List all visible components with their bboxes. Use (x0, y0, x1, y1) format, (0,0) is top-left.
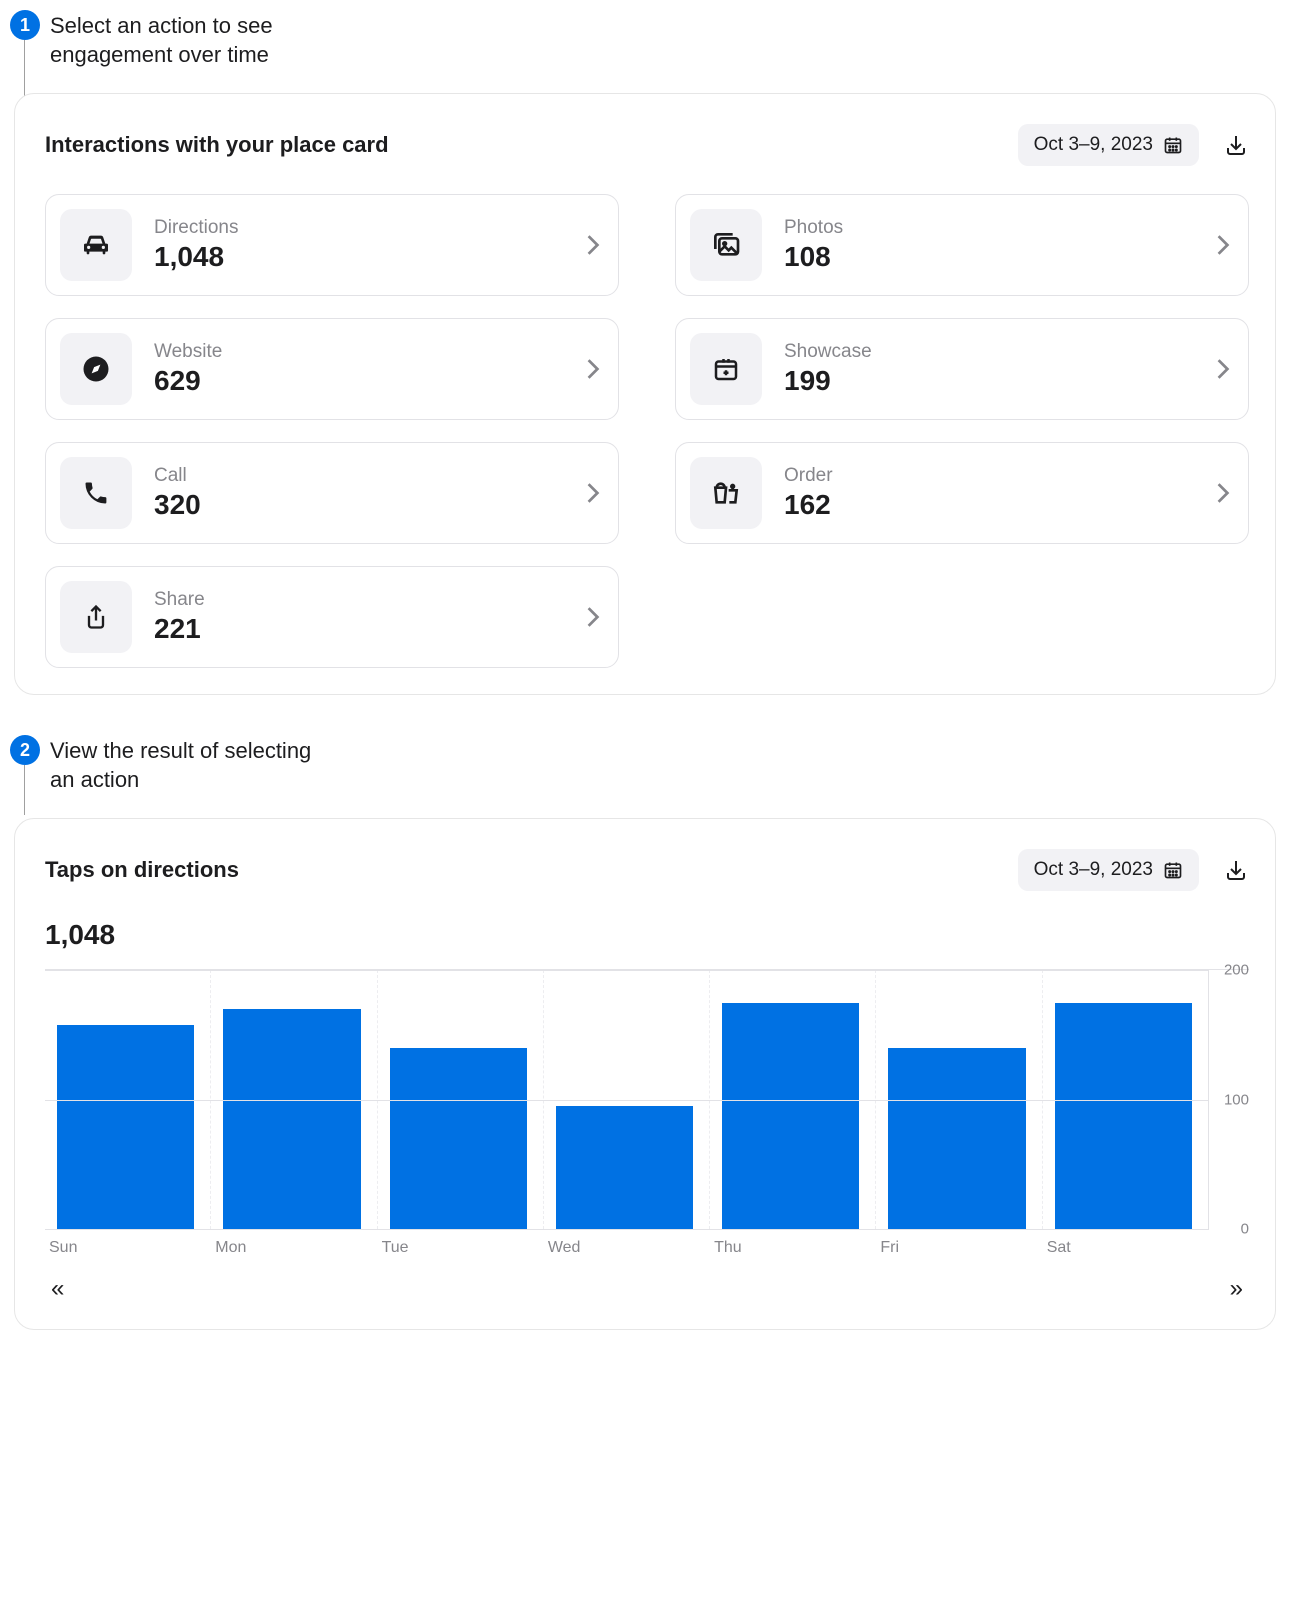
chevron-right-icon (586, 234, 600, 256)
x-tick-label: Thu (710, 1229, 876, 1257)
chevron-right-icon (1216, 234, 1230, 256)
action-card-order[interactable]: Order162 (675, 442, 1249, 544)
showcase-icon (690, 333, 762, 405)
step-2-connector (24, 765, 25, 815)
action-text: Order162 (784, 465, 1194, 521)
action-label: Order (784, 465, 1194, 487)
step-1-block: 1 Select an action to see engagement ove… (10, 10, 1276, 695)
x-tick-label: Sun (45, 1229, 211, 1257)
y-tick-label: 100 (1224, 1091, 1249, 1108)
chart-panel-header: Taps on directions Oct 3–9, 2023 (45, 849, 1249, 891)
interactions-panel: Interactions with your place card Oct 3–… (14, 93, 1276, 695)
panel-header: Interactions with your place card Oct 3–… (45, 124, 1249, 166)
action-card-share[interactable]: Share221 (45, 566, 619, 668)
panel-header-right: Oct 3–9, 2023 (1018, 124, 1249, 166)
car-icon (60, 209, 132, 281)
action-value: 629 (154, 365, 564, 397)
x-tick-label: Wed (544, 1229, 710, 1257)
action-label: Showcase (784, 341, 1194, 363)
bar-wed[interactable] (556, 1106, 693, 1229)
bar-fri[interactable] (888, 1048, 1025, 1229)
action-card-showcase[interactable]: Showcase199 (675, 318, 1249, 420)
action-text: Website629 (154, 341, 564, 397)
action-label: Photos (784, 217, 1194, 239)
x-tick-label: Fri (876, 1229, 1042, 1257)
action-card-directions[interactable]: Directions1,048 (45, 194, 619, 296)
chevron-right-icon (1216, 482, 1230, 504)
actions-grid: Directions1,048 Photos108 Website629 Showca… (45, 194, 1249, 668)
order-icon (690, 457, 762, 529)
action-value: 199 (784, 365, 1194, 397)
bar-mon[interactable] (223, 1009, 360, 1229)
date-range-label: Oct 3–9, 2023 (1034, 134, 1153, 156)
bar-sat[interactable] (1055, 1003, 1192, 1230)
chart-date-range-label: Oct 3–9, 2023 (1034, 859, 1153, 881)
photos-icon (690, 209, 762, 281)
bar-chart: 0100200 (45, 969, 1249, 1229)
action-label: Website (154, 341, 564, 363)
chart-download-button[interactable] (1223, 857, 1249, 883)
gridline (45, 1229, 1209, 1230)
action-text: Share221 (154, 589, 564, 645)
share-icon (60, 581, 132, 653)
chart-total: 1,048 (45, 919, 1249, 951)
phone-icon (60, 457, 132, 529)
chart-nav: « » (45, 1275, 1249, 1303)
step-1-badge: 1 (10, 10, 40, 40)
chart-panel-header-right: Oct 3–9, 2023 (1018, 849, 1249, 891)
chart-x-axis: SunMonTueWedThuFriSat (45, 1229, 1209, 1257)
calendar-icon (1163, 860, 1183, 880)
action-text: Showcase199 (784, 341, 1194, 397)
download-button[interactable] (1223, 132, 1249, 158)
action-card-photos[interactable]: Photos108 (675, 194, 1249, 296)
bar-tue[interactable] (390, 1048, 527, 1229)
gridline (45, 970, 1209, 971)
action-text: Directions1,048 (154, 217, 564, 273)
action-label: Directions (154, 217, 564, 239)
y-tick-label: 200 (1224, 962, 1249, 979)
calendar-icon (1163, 135, 1183, 155)
y-tick-label: 0 (1241, 1221, 1249, 1238)
gridline (45, 1100, 1209, 1101)
action-value: 162 (784, 489, 1194, 521)
bar-thu[interactable] (722, 1003, 859, 1230)
action-card-call[interactable]: Call320 (45, 442, 619, 544)
action-text: Call320 (154, 465, 564, 521)
chart-title: Taps on directions (45, 857, 239, 883)
step-2-caption: View the result of selecting an action (50, 735, 330, 794)
action-value: 320 (154, 489, 564, 521)
x-tick-label: Sat (1043, 1229, 1209, 1257)
panel-title: Interactions with your place card (45, 132, 389, 158)
x-tick-label: Mon (211, 1229, 377, 1257)
action-value: 221 (154, 613, 564, 645)
prev-week-button[interactable]: « (51, 1275, 64, 1303)
step-2-badge: 2 (10, 735, 40, 765)
chart-date-range-picker[interactable]: Oct 3–9, 2023 (1018, 849, 1199, 891)
chevron-right-icon (586, 358, 600, 380)
step-2-block: 2 View the result of selecting an action… (10, 735, 1276, 1330)
compass-icon (60, 333, 132, 405)
chevron-right-icon (586, 606, 600, 628)
date-range-picker[interactable]: Oct 3–9, 2023 (1018, 124, 1199, 166)
step-1-caption: Select an action to see engagement over … (50, 10, 330, 69)
action-card-website[interactable]: Website629 (45, 318, 619, 420)
action-label: Call (154, 465, 564, 487)
x-tick-label: Tue (378, 1229, 544, 1257)
action-value: 1,048 (154, 241, 564, 273)
bar-sun[interactable] (57, 1025, 194, 1230)
chevron-right-icon (1216, 358, 1230, 380)
action-label: Share (154, 589, 564, 611)
chevron-right-icon (586, 482, 600, 504)
chart-panel: Taps on directions Oct 3–9, 2023 1,048 0… (14, 818, 1276, 1330)
action-text: Photos108 (784, 217, 1194, 273)
action-value: 108 (784, 241, 1194, 273)
next-week-button[interactable]: » (1230, 1275, 1243, 1303)
